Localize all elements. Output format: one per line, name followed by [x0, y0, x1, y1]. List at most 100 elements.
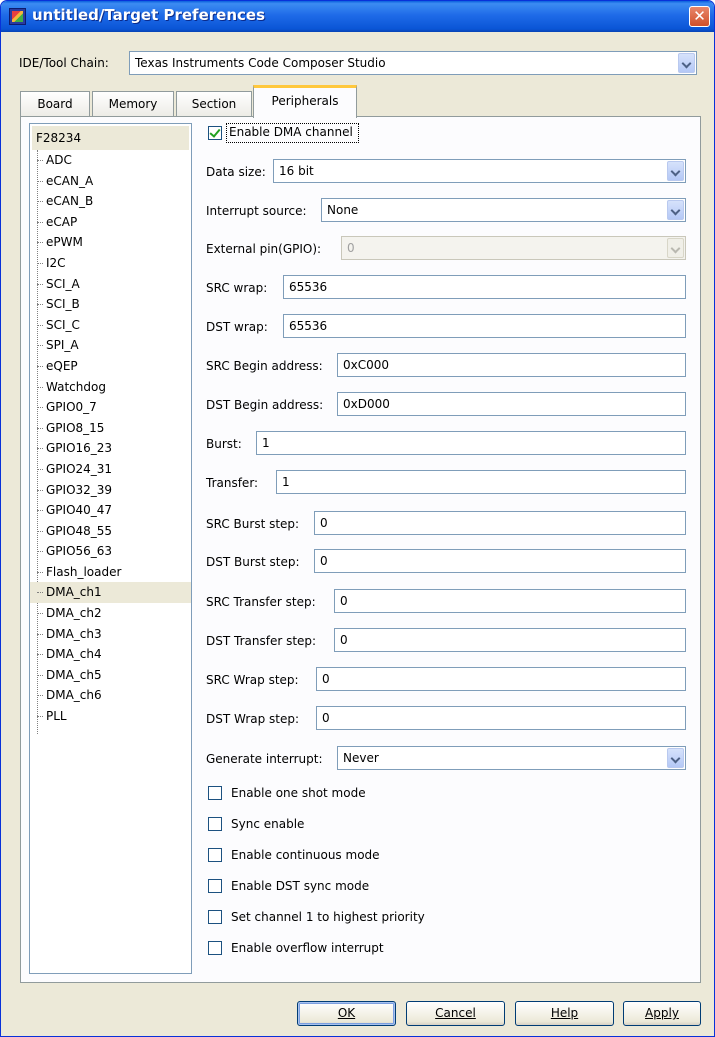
generate-interrupt-select[interactable]: Never: [337, 746, 686, 770]
src-transfer-step-input[interactable]: 0: [334, 589, 686, 613]
enable-dma-label: Enable DMA channel: [229, 125, 353, 139]
src-begin-address-value: 0xC000: [343, 358, 390, 372]
tree-root-node[interactable]: F28234: [32, 126, 189, 150]
ok-button[interactable]: OK: [297, 1001, 396, 1026]
tree-item[interactable]: SCI_C: [30, 315, 191, 336]
dst-wrap-label: DST wrap:: [206, 320, 268, 334]
src-begin-address-input[interactable]: 0xC000: [337, 353, 686, 377]
tree-item[interactable]: PLL: [30, 706, 191, 727]
dst-burst-step-input[interactable]: 0: [314, 549, 686, 573]
tree-item[interactable]: GPIO8_15: [30, 418, 191, 439]
dst-wrap-input[interactable]: 65536: [283, 314, 686, 338]
sync-enable-checkbox[interactable]: [208, 817, 222, 831]
tree-item[interactable]: eCAN_A: [30, 171, 191, 192]
tab-memory[interactable]: Memory: [92, 91, 174, 117]
tree-item[interactable]: ePWM: [30, 232, 191, 253]
tree-item[interactable]: eQEP: [30, 356, 191, 377]
burst-input[interactable]: 1: [256, 431, 686, 455]
tree-item[interactable]: DMA_ch5: [30, 665, 191, 686]
dst-sync-mode-label: Enable DST sync mode: [231, 879, 370, 893]
continuous-mode-checkbox[interactable]: [208, 848, 222, 862]
interrupt-source-label: Interrupt source:: [206, 204, 307, 218]
interrupt-source-select[interactable]: None: [321, 198, 686, 222]
ide-toolchain-label: IDE/Tool Chain:: [19, 56, 109, 70]
tree-item[interactable]: DMA_ch4: [30, 644, 191, 665]
data-size-select[interactable]: 16 bit: [273, 159, 686, 183]
tab-peripherals[interactable]: Peripherals: [253, 85, 357, 118]
tree-item[interactable]: GPIO0_7: [30, 397, 191, 418]
tree-item[interactable]: eCAN_B: [30, 191, 191, 212]
chevron-down-icon[interactable]: [667, 161, 684, 181]
transfer-label: Transfer:: [206, 476, 259, 490]
tree-item[interactable]: SCI_A: [30, 274, 191, 295]
highest-priority-checkbox[interactable]: [208, 910, 222, 924]
tree-item[interactable]: GPIO24_31: [30, 459, 191, 480]
tree-item[interactable]: ADC: [30, 150, 191, 171]
target-preferences-window: untitled/Target Preferences ✕ IDE/Tool C…: [0, 0, 715, 1037]
tab-board[interactable]: Board: [20, 91, 90, 117]
tab-bar: Board Memory Section Peripherals: [20, 85, 710, 118]
dst-wrap-step-label: DST Wrap step:: [206, 712, 300, 726]
dst-sync-mode-checkbox[interactable]: [208, 879, 222, 893]
one-shot-mode-checkbox[interactable]: [208, 786, 222, 800]
apply-button[interactable]: Apply: [623, 1001, 701, 1026]
src-transfer-step-label: SRC Transfer step:: [206, 595, 316, 609]
dst-begin-address-value: 0xD000: [343, 397, 390, 411]
tree-item[interactable]: GPIO48_55: [30, 521, 191, 542]
chevron-down-icon[interactable]: [667, 200, 684, 220]
tree-item[interactable]: DMA_ch6: [30, 685, 191, 706]
tree-item[interactable]: Watchdog: [30, 377, 191, 398]
src-wrap-step-input[interactable]: 0: [316, 667, 686, 691]
generate-interrupt-value: Never: [343, 751, 379, 765]
interrupt-source-value: None: [327, 203, 359, 217]
tree-item[interactable]: GPIO16_23: [30, 438, 191, 459]
tree-item[interactable]: I2C: [30, 253, 191, 274]
peripheral-tree[interactable]: F28234 ADC eCAN_A eCAN_B eCAP ePWM I2C SCI_A SC…: [29, 123, 192, 974]
data-size-value: 16 bit: [279, 164, 314, 178]
src-burst-step-input[interactable]: 0: [314, 511, 686, 535]
src-wrap-step-label: SRC Wrap step:: [206, 673, 299, 687]
src-burst-step-label: SRC Burst step:: [206, 517, 300, 531]
external-pin-value: 0: [347, 241, 355, 255]
tree-item[interactable]: DMA_ch2: [30, 603, 191, 624]
dst-burst-step-label: DST Burst step:: [206, 555, 300, 569]
overflow-interrupt-checkbox[interactable]: [208, 941, 222, 955]
transfer-input[interactable]: 1: [276, 470, 686, 494]
chevron-down-icon[interactable]: [678, 53, 695, 73]
ide-toolchain-select[interactable]: Texas Instruments Code Composer Studio: [129, 51, 697, 75]
src-burst-step-value: 0: [320, 516, 328, 530]
dst-transfer-step-label: DST Transfer step:: [206, 634, 317, 648]
peripherals-panel: F28234 ADC eCAN_A eCAN_B eCAP ePWM I2C SCI_A SC…: [20, 116, 701, 983]
tree-item[interactable]: GPIO32_39: [30, 480, 191, 501]
highest-priority-label: Set channel 1 to highest priority: [231, 910, 425, 924]
close-button[interactable]: ✕: [689, 6, 710, 27]
enable-dma-checkbox[interactable]: [208, 126, 222, 140]
dst-begin-address-input[interactable]: 0xD000: [337, 392, 686, 416]
dst-transfer-step-value: 0: [340, 633, 348, 647]
tree-item[interactable]: SCI_B: [30, 294, 191, 315]
app-icon: [9, 8, 26, 25]
tree-item[interactable]: eCAP: [30, 212, 191, 233]
src-transfer-step-value: 0: [340, 594, 348, 608]
window-title: untitled/Target Preferences: [32, 6, 265, 24]
title-bar[interactable]: untitled/Target Preferences ✕: [1, 1, 714, 32]
burst-label: Burst:: [206, 437, 242, 451]
tree-item[interactable]: GPIO40_47: [30, 500, 191, 521]
dst-wrap-step-input[interactable]: 0: [316, 706, 686, 730]
dst-transfer-step-input[interactable]: 0: [334, 628, 686, 652]
tree-item[interactable]: Flash_loader: [30, 562, 191, 583]
external-pin-label: External pin(GPIO):: [206, 242, 322, 256]
src-wrap-input[interactable]: 65536: [283, 275, 686, 299]
data-size-label: Data size:: [206, 165, 266, 179]
tab-section[interactable]: Section: [176, 91, 252, 117]
ide-toolchain-value: Texas Instruments Code Composer Studio: [135, 56, 386, 70]
chevron-down-icon[interactable]: [667, 748, 684, 768]
tree-item[interactable]: DMA_ch1: [30, 582, 191, 604]
src-begin-address-label: SRC Begin address:: [206, 359, 323, 373]
tree-item[interactable]: SPI_A: [30, 335, 191, 356]
tree-item[interactable]: DMA_ch3: [30, 624, 191, 645]
tree-item[interactable]: GPIO56_63: [30, 541, 191, 562]
cancel-button[interactable]: Cancel: [406, 1001, 505, 1026]
tree-items: ADC eCAN_A eCAN_B eCAP ePWM I2C SCI_A SCI_B SCI_…: [30, 150, 191, 727]
help-button[interactable]: Help: [515, 1001, 614, 1026]
